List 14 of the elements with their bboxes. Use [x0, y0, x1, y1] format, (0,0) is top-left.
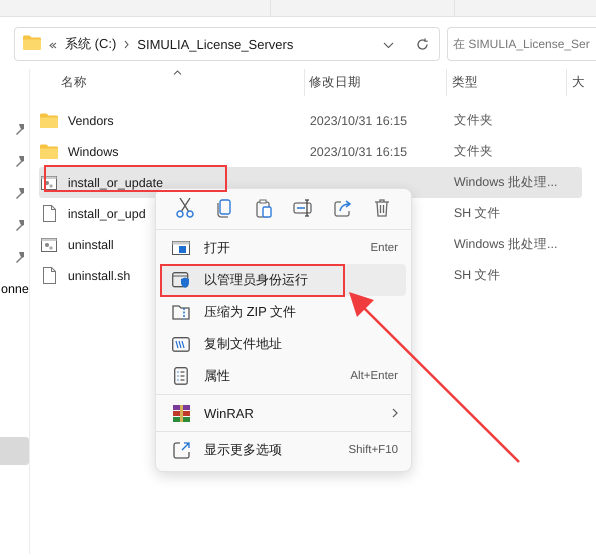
file-type: SH 文件	[454, 268, 501, 282]
file-type: SH 文件	[454, 206, 501, 220]
file-name: install_or_upd	[68, 206, 146, 220]
file-type: 文件夹	[454, 113, 493, 127]
file-name: install_or_update	[68, 176, 164, 190]
file-type: 文件夹	[454, 144, 493, 158]
file-name: uninstall.sh	[68, 268, 130, 282]
modified-date: 2023/10/31 16:15	[310, 144, 408, 158]
file-name: Windows	[68, 144, 119, 158]
file-type: Windows 批处理...	[454, 237, 558, 251]
file-name: Vendors	[68, 114, 114, 128]
modified-date: 2023/10/31 16:15	[310, 114, 408, 128]
file-type: Windows 批处理...	[454, 175, 558, 189]
file-name: uninstall	[68, 238, 114, 252]
